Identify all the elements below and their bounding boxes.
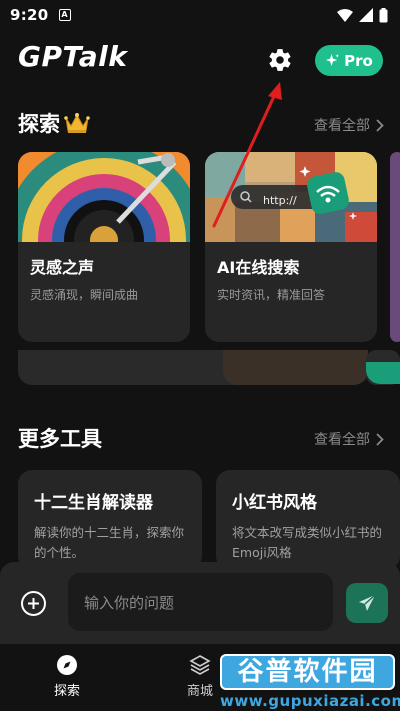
- tool-card-zodiac[interactable]: 十二生肖解读器 解读你的十二生肖，探索你的个性。: [18, 470, 202, 570]
- card-ai-search[interactable]: http:// AI在线搜索 实时资讯，精准回答: [205, 152, 377, 342]
- teal-accent-peek: [366, 362, 400, 384]
- nav-explore[interactable]: 探索: [54, 654, 80, 699]
- card-title: AI在线搜索: [217, 258, 300, 277]
- watermark-brand: 谷普软件园: [220, 654, 395, 690]
- status-icons: [337, 7, 388, 23]
- sparkle-icon: [326, 53, 340, 67]
- url-pill-text: http://: [263, 194, 297, 207]
- crown-icon: [64, 113, 90, 133]
- tools-section-title: 更多工具: [18, 423, 102, 453]
- nav-store-label: 商城: [187, 684, 214, 699]
- card-desc: 实时资讯，精准回答: [217, 288, 326, 302]
- layers-icon: [189, 655, 211, 675]
- status-time: 9:20: [10, 6, 49, 24]
- tools-title: 更多工具: [18, 427, 102, 451]
- status-bar: 9:20 A: [0, 0, 400, 30]
- plus-icon: [28, 598, 39, 609]
- tools-see-all-label: 查看全部: [314, 432, 370, 448]
- gear-icon: [269, 49, 291, 71]
- explore-row-2-peek-right[interactable]: [366, 350, 400, 385]
- nav-explore-label: 探索: [54, 684, 81, 699]
- compass-icon: [57, 655, 77, 675]
- send-icon: [359, 594, 376, 611]
- tool-title: 小红书风格: [232, 493, 317, 513]
- explore-row-2-peek[interactable]: [18, 350, 368, 385]
- pro-label: Pro: [344, 51, 373, 70]
- tool-card-xiaohongshu[interactable]: 小红书风格 将文本改写成类似小红书的Emoji风格: [216, 470, 400, 570]
- card-desc: 灵感涌现，瞬间成曲: [30, 288, 139, 302]
- signal-icon: [359, 8, 373, 22]
- site-watermark: 谷普软件园 www.gupuxiazai.com: [220, 654, 400, 711]
- next-card-peek[interactable]: [390, 152, 400, 342]
- watermark-domain: www.gupuxiazai.com: [220, 692, 400, 710]
- chat-input-bar: 输入你的问题: [0, 562, 400, 644]
- explore-title: 探索: [18, 112, 60, 136]
- pro-button[interactable]: Pro: [315, 45, 383, 76]
- nav-store[interactable]: 商城: [187, 654, 213, 699]
- card-title: 灵感之声: [30, 258, 95, 277]
- explore-section-title: 探索: [18, 108, 90, 138]
- card-inspiration-voice[interactable]: 灵感之声 灵感涌现，瞬间成曲: [18, 152, 190, 342]
- tool-desc: 解读你的十二生肖，探索你的个性。: [34, 525, 185, 560]
- vinyl-record-image: [18, 152, 190, 242]
- app-title: GPTalk: [18, 40, 128, 73]
- explore-row-2-image-peek: [223, 350, 368, 385]
- chevron-right-icon: [376, 432, 384, 446]
- settings-button[interactable]: [266, 46, 294, 74]
- chat-input[interactable]: 输入你的问题: [68, 573, 333, 631]
- send-button[interactable]: [346, 583, 388, 623]
- explore-see-all[interactable]: 查看全部: [314, 115, 384, 135]
- battery-icon: [379, 7, 388, 22]
- explore-carousel[interactable]: 灵感之声 灵感涌现，瞬间成曲 http:// AI在线搜索 实时资讯，精准回答: [0, 152, 400, 342]
- notification-icon: A: [58, 9, 71, 21]
- tool-title: 十二生肖解读器: [34, 493, 153, 513]
- tool-desc: 将文本改写成类似小红书的Emoji风格: [232, 525, 383, 560]
- explore-see-all-label: 查看全部: [314, 118, 370, 134]
- wifi-icon: [337, 8, 353, 22]
- chat-input-placeholder: 输入你的问题: [84, 593, 175, 612]
- tools-see-all[interactable]: 查看全部: [314, 429, 384, 449]
- add-attachment-button[interactable]: [21, 591, 46, 616]
- chevron-right-icon: [376, 118, 384, 132]
